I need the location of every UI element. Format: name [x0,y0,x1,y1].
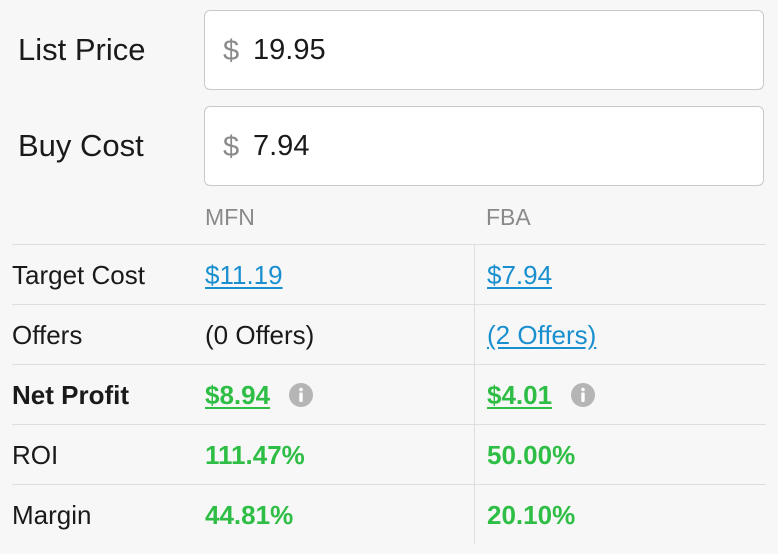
list-price-currency: $ [223,35,240,67]
net-profit-row: Net Profit $8.94 $4.01 [12,364,766,424]
buy-cost-field[interactable]: $ [204,106,764,186]
roi-mfn-value: 111.47% [205,440,305,470]
list-price-row: List Price $ [0,10,778,90]
margin-mfn-value: 44.81% [205,500,294,530]
profit-table: Target Cost $11.19 $7.94 Offers (0 Offer… [12,244,766,544]
offers-fba-cell: (2 Offers) [474,305,767,364]
buy-cost-row: Buy Cost $ [0,106,778,186]
offers-label: Offers [12,320,83,350]
info-icon[interactable] [289,383,314,408]
target-cost-row: Target Cost $11.19 $7.94 [12,244,766,304]
margin-row: Margin 44.81% 20.10% [12,484,766,544]
target-cost-mfn-link[interactable]: $11.19 [205,260,283,290]
roi-row: ROI 111.47% 50.00% [12,424,766,484]
buy-cost-label: Buy Cost [18,128,144,163]
margin-label: Margin [12,500,92,530]
margin-fba-value: 20.10% [474,485,767,544]
roi-fba-value: 50.00% [474,425,767,484]
target-cost-fba-cell: $7.94 [474,245,767,304]
target-cost-label: Target Cost [12,260,145,290]
net-profit-label: Net Profit [12,380,129,410]
offers-fba-link[interactable]: (2 Offers) [487,320,596,350]
list-price-input[interactable] [253,29,733,71]
net-profit-fba-link[interactable]: $4.01 [487,380,552,410]
net-profit-mfn-link[interactable]: $8.94 [205,380,270,410]
roi-label: ROI [12,440,59,470]
buy-cost-input[interactable] [253,125,733,167]
target-cost-fba-link[interactable]: $7.94 [487,260,552,290]
offers-mfn-value: (0 Offers) [205,320,315,350]
mfn-column-header: MFN [205,204,255,230]
target-cost-mfn-cell: $11.19 [205,245,283,304]
net-profit-mfn-cell: $8.94 [205,365,314,424]
net-profit-fba-cell: $4.01 [474,365,767,424]
offers-row: Offers (0 Offers) (2 Offers) [12,304,766,364]
info-icon[interactable] [571,383,596,408]
fba-column-header: FBA [486,204,531,230]
buy-cost-currency: $ [223,131,240,163]
list-price-label: List Price [18,32,146,67]
list-price-field[interactable]: $ [204,10,764,90]
